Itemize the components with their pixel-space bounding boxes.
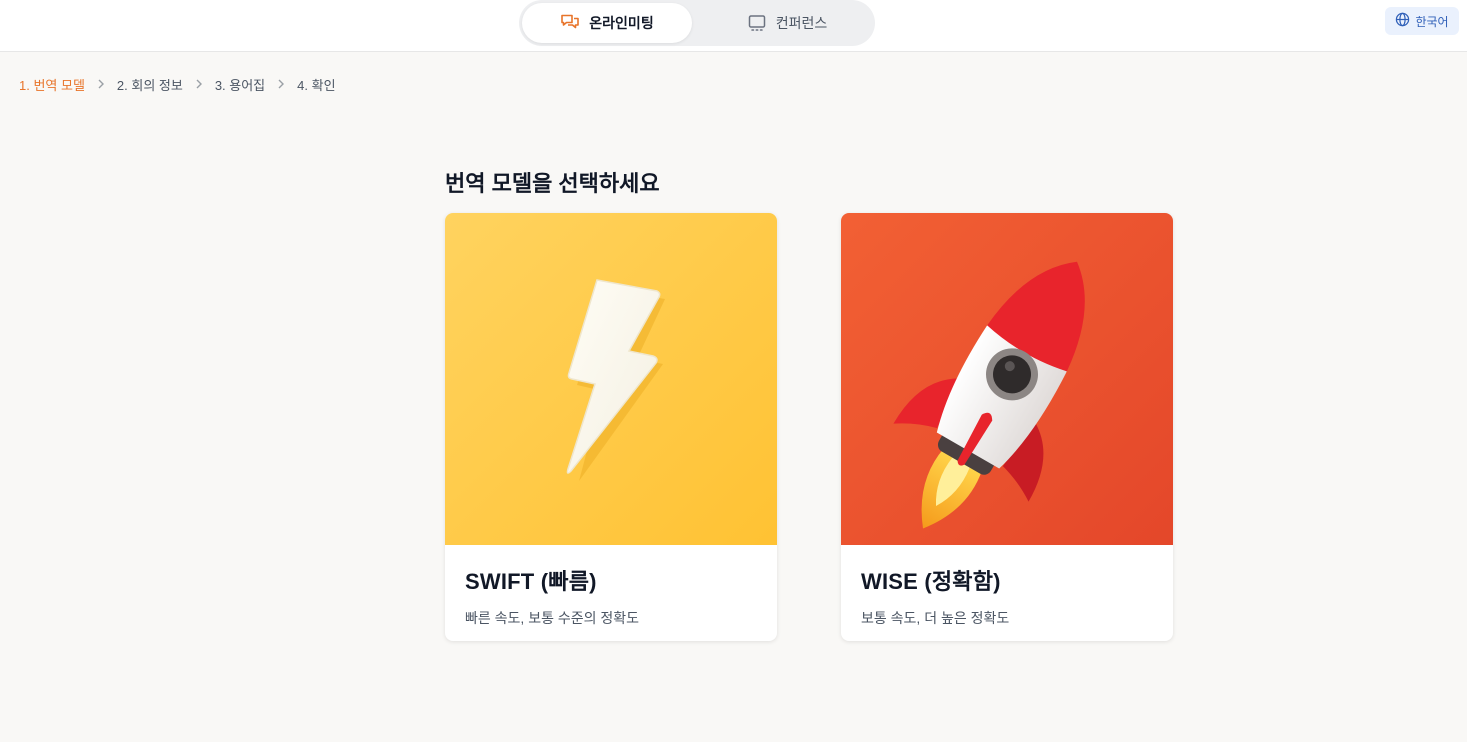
tab-online-meeting[interactable]: 온라인미팅 — [522, 3, 692, 43]
card-title: SWIFT (빠름) — [465, 569, 597, 594]
card-title: WISE (정확함) — [861, 569, 1001, 594]
monitor-icon — [747, 13, 767, 33]
card-description: 보통 속도, 더 높은 정확도 — [861, 610, 1010, 626]
rocket-illustration — [841, 213, 1173, 545]
tab-conference[interactable]: 컨퍼런스 — [702, 3, 872, 43]
tab-online-meeting-label: 온라인미팅 — [589, 15, 654, 31]
mode-switch: 온라인미팅 컨퍼런스 — [519, 0, 875, 46]
chat-bubbles-icon — [560, 13, 580, 33]
breadcrumb-step-model[interactable]: 1. 번역 모델 — [19, 75, 85, 94]
language-label: 한국어 — [1415, 14, 1449, 29]
chevron-right-icon — [277, 79, 285, 89]
lightning-bolt-illustration — [445, 213, 777, 545]
language-button[interactable]: 한국어 — [1385, 7, 1459, 35]
page-title: 번역 모델을 선택하세요 — [445, 171, 660, 196]
globe-icon — [1395, 12, 1410, 30]
chevron-right-icon — [195, 79, 203, 89]
model-card-swift[interactable]: SWIFT (빠름) 빠른 속도, 보통 수준의 정확도 — [445, 213, 777, 641]
model-card-wise[interactable]: WISE (정확함) 보통 속도, 더 높은 정확도 — [841, 213, 1173, 641]
breadcrumb-step-glossary[interactable]: 3. 용어집 — [215, 75, 265, 94]
chevron-right-icon — [97, 79, 105, 89]
top-bar: 온라인미팅 컨퍼런스 한국어 — [0, 0, 1467, 52]
tab-conference-label: 컨퍼런스 — [775, 15, 828, 31]
breadcrumb-step-meeting-info[interactable]: 2. 회의 정보 — [117, 75, 183, 94]
breadcrumb: 1. 번역 모델 2. 회의 정보 3. 용어집 4. 확인 — [19, 75, 336, 93]
card-description: 빠른 속도, 보통 수준의 정확도 — [465, 610, 640, 626]
breadcrumb-step-confirm[interactable]: 4. 확인 — [297, 75, 335, 94]
